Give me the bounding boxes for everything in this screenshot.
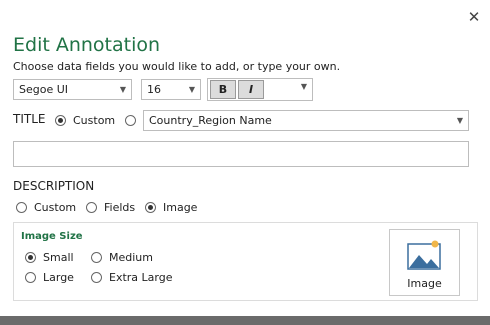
title-custom-label: Custom: [73, 114, 116, 127]
image-button[interactable]: Image: [389, 229, 460, 296]
font-size-value: 16: [147, 83, 161, 96]
close-icon[interactable]: ✕: [465, 8, 483, 26]
size-small-radio[interactable]: [25, 252, 36, 263]
chevron-down-icon: ▼: [188, 85, 195, 94]
background-strip: [0, 316, 490, 325]
size-medium-radio[interactable]: [91, 252, 102, 263]
image-icon: [407, 240, 441, 270]
font-color-dropdown-icon[interactable]: ▼: [301, 82, 307, 91]
title-field-select[interactable]: Country_Region Name ▼: [143, 110, 469, 131]
description-custom-label: Custom: [34, 201, 77, 214]
text-format-group: B I ▼: [207, 78, 313, 101]
font-family-value: Segoe UI: [19, 83, 69, 96]
font-family-select[interactable]: Segoe UI ▼: [13, 79, 132, 100]
image-size-title: Image Size: [21, 231, 83, 242]
title-label: TITLE: [13, 112, 46, 126]
dialog-title: Edit Annotation: [13, 34, 161, 56]
bold-button[interactable]: B: [210, 80, 236, 99]
size-medium-label: Medium: [109, 251, 153, 264]
description-fields-label: Fields: [104, 201, 136, 214]
edit-annotation-dialog: ✕ Edit Annotation Choose data fields you…: [0, 0, 490, 316]
description-custom-radio[interactable]: [16, 202, 27, 213]
title-field-radio[interactable]: [125, 115, 136, 126]
description-fields-radio[interactable]: [86, 202, 97, 213]
size-extra-large-label: Extra Large: [109, 271, 173, 284]
italic-button[interactable]: I: [238, 80, 264, 99]
dialog-subtitle: Choose data fields you would like to add…: [13, 60, 341, 73]
title-text-input[interactable]: [13, 141, 469, 167]
size-extra-large-radio[interactable]: [91, 272, 102, 283]
description-label: DESCRIPTION: [13, 179, 95, 193]
size-large-label: Large: [43, 271, 74, 284]
chevron-down-icon: ▼: [456, 116, 463, 125]
description-image-label: Image: [163, 201, 198, 214]
title-custom-radio[interactable]: [55, 115, 66, 126]
size-large-radio[interactable]: [25, 272, 36, 283]
description-image-radio[interactable]: [145, 202, 156, 213]
chevron-down-icon: ▼: [119, 85, 126, 94]
image-button-label: Image: [407, 277, 442, 290]
size-small-label: Small: [43, 251, 74, 264]
title-field-value: Country_Region Name: [149, 114, 272, 127]
font-size-select[interactable]: 16 ▼: [141, 79, 201, 100]
